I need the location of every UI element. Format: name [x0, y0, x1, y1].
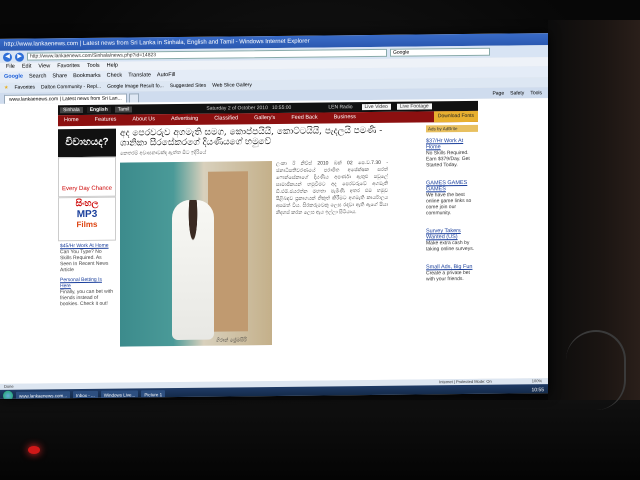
nav-about[interactable]: About Us [132, 114, 155, 125]
lang-english[interactable]: English [86, 106, 111, 113]
photo-doorway [208, 171, 248, 332]
new-tab-button[interactable] [128, 93, 139, 103]
download-fonts-button[interactable]: Download Fonts [433, 110, 478, 123]
nav-home[interactable]: Home [64, 115, 79, 126]
live-footage-link[interactable]: Live Footage [396, 103, 432, 110]
favorite-link[interactable]: Google Image Result fo... [107, 81, 164, 92]
article-photo [120, 161, 272, 347]
right-ad[interactable]: Small Ads, Big Fun Create a private bet … [426, 264, 478, 283]
photo-caption: ශිරාන් ප්‍රේමසිරි [216, 337, 247, 344]
right-ad-title[interactable]: GAMES GAMES GAMES [426, 180, 478, 192]
monitor-base [0, 400, 640, 480]
nav-gallery[interactable]: Gallery's [254, 113, 275, 124]
system-clock: 10:55 [531, 387, 544, 394]
nav-classified[interactable]: Classified [214, 113, 238, 124]
page-menu[interactable]: Page [492, 90, 504, 99]
right-ad-body: Create a private bet with your friends. [426, 269, 470, 283]
google-logo: Google [4, 73, 23, 80]
search-input[interactable]: Google [390, 47, 490, 57]
right-ad-body: No Skills Required. Earn $379/Day. Get S… [426, 149, 470, 169]
films-ad-line1: සිංහල [75, 197, 99, 209]
menu-help[interactable]: Help [107, 62, 118, 71]
power-led [28, 446, 40, 454]
menu-favorites[interactable]: Favorites [57, 62, 80, 71]
toolbar-search-button[interactable]: Search [29, 71, 46, 82]
safety-menu[interactable]: Safety [510, 89, 524, 98]
nav-features[interactable]: Features [95, 115, 117, 126]
article-subhead: කෙතරම් අවාසනාවක්ද ඇත්ත මිට ඉදිරියේ [120, 149, 207, 157]
right-ad-column: Ads by AdBrite $37/Hr Work At Home No Sk… [426, 124, 478, 380]
news-article: අද පෙරවරුව අගමැති සමග, කොප්පයියි, කොට්ටය… [120, 126, 410, 383]
toolbar-translate-button[interactable]: Translate [128, 70, 151, 81]
menu-tools[interactable]: Tools [87, 62, 100, 71]
favorite-link[interactable]: Web Slice Gallery [212, 80, 252, 90]
article-body: ලංකා ඊ නිව්ස් 2010 ඔක් 02 පෙ.ව.7.30 - ජන… [276, 159, 388, 216]
films-ad-line2: MP3 [76, 208, 98, 221]
text-ad-body: Can You Type? No Skills Required. As See… [60, 248, 109, 274]
toolbar-share-button[interactable]: Share [52, 71, 67, 82]
menu-file[interactable]: File [6, 63, 15, 72]
text-ad[interactable]: $45/Hr Work At Home Can You Type? No Ski… [58, 241, 116, 276]
films-ad[interactable]: සිංහල MP3 Films [58, 196, 116, 242]
text-ad-title[interactable]: Personal Betting Is Here [60, 277, 114, 289]
tools-menu[interactable]: Tools [530, 89, 542, 98]
star-icon[interactable]: ★ [4, 83, 8, 93]
taskbar-item[interactable]: www.lankaenews.com... [16, 390, 71, 399]
right-ad[interactable]: Survey Takers Wanted (US) Make extra cas… [426, 228, 478, 253]
toolbar-autofill-button[interactable]: AutoFill [157, 70, 175, 81]
taskbar-item[interactable]: Inbox - ... [73, 390, 98, 399]
lankaenews-site: Sinhala English Tamil Saturday 2 of Octo… [58, 100, 478, 384]
toolbar-check-button[interactable]: Check [107, 71, 123, 82]
left-ad-column: විවාහයද? Every Day Chance සිංහල MP3 Film… [58, 128, 116, 384]
lang-sinhala[interactable]: Sinhala [60, 107, 83, 114]
live-video-link[interactable]: Live Video [361, 103, 391, 111]
right-ad-title[interactable]: $37/Hr Work At Home [426, 138, 478, 150]
web-page: Sinhala English Tamil Saturday 2 of Octo… [0, 98, 548, 384]
favorites-label[interactable]: Favorites [14, 83, 35, 93]
menu-view[interactable]: View [38, 62, 50, 71]
article-headline: අද පෙරවරුව අගමැති සමග, කොප්පයියි, කොට්ටය… [120, 125, 383, 149]
right-ad-body: We have the best online game links so co… [426, 192, 472, 217]
lang-tamil[interactable]: Tamil [114, 106, 133, 113]
right-ad-body: Make extra cash by taking online surveys… [426, 239, 475, 253]
nav-feedback[interactable]: Feed Back [291, 113, 317, 124]
start-button[interactable] [3, 390, 13, 399]
site-time: 10:55:00 [271, 104, 292, 112]
right-ad[interactable]: $37/Hr Work At Home No Skills Required. … [426, 138, 478, 169]
favorite-link[interactable]: Dalton Community - Repl... [41, 82, 101, 93]
favorite-link[interactable]: Suggested Sites [170, 81, 206, 91]
toolbar-bookmarks-button[interactable]: Bookmarks [73, 71, 101, 82]
cartoon-ad[interactable]: Every Day Chance [58, 156, 116, 198]
marriage-ad[interactable]: විවාහයද? [58, 128, 116, 158]
right-ad-title[interactable]: Survey Takers Wanted (US) [426, 228, 478, 240]
text-ad[interactable]: Personal Betting Is Here Finally, you ca… [58, 275, 116, 310]
forward-icon[interactable]: ▶ [15, 52, 24, 62]
films-ad-line3: Films [76, 219, 98, 230]
cable [566, 330, 626, 410]
back-icon[interactable]: ◀ [3, 52, 12, 62]
site-date: Saturday 2 of October 2010 [206, 105, 268, 112]
right-ad[interactable]: GAMES GAMES GAMES We have the best onlin… [426, 180, 478, 217]
text-ad-body: Finally, you can bet with friends instea… [60, 288, 113, 308]
ads-label[interactable]: Ads by AdBrite [426, 124, 478, 133]
menu-edit[interactable]: Edit [22, 63, 31, 72]
nav-business[interactable]: Business [334, 112, 356, 123]
monitor-screen: http://www.lankaenews.com | Latest news … [0, 33, 548, 399]
nav-advertising[interactable]: Advertising [171, 114, 198, 125]
photo-person [172, 199, 214, 341]
len-radio-link[interactable]: LEN Radio [325, 104, 355, 110]
